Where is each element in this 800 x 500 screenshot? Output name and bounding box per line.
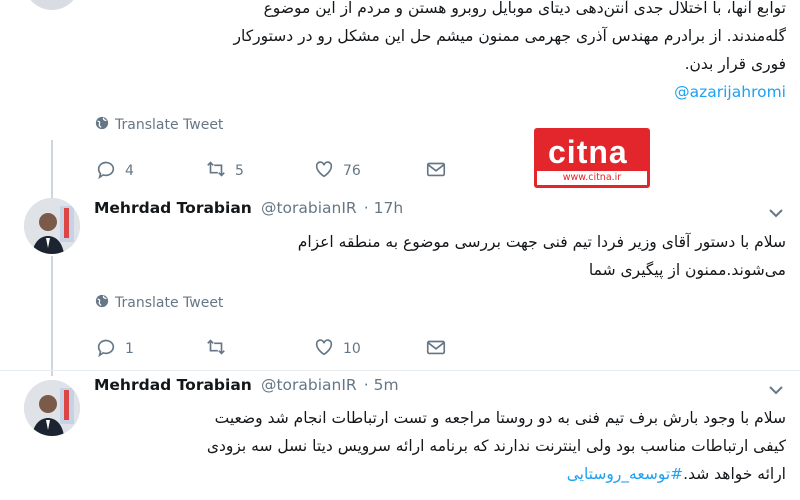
- translate-label: Translate Tweet: [115, 295, 224, 311]
- chevron-down-icon[interactable]: [768, 204, 784, 223]
- tweet-divider: [0, 370, 800, 371]
- tweet-text-span: ارائه خواهد شد.: [683, 465, 786, 483]
- display-name[interactable]: Mehrdad Torabian: [94, 199, 252, 217]
- translate-tweet-link[interactable]: Translate Tweet: [95, 294, 223, 312]
- retweet-button[interactable]: 5: [205, 158, 313, 184]
- tweet-header: Mehrdad Torabian @torabianIR · 17h: [94, 198, 403, 217]
- tweet-text-line: سلام با دستور آقای وزیر فردا تیم فنی جهت…: [297, 233, 786, 251]
- avatar[interactable]: [24, 0, 80, 10]
- tweet-timestamp[interactable]: · 17h: [364, 199, 403, 217]
- like-count: 76: [343, 163, 361, 179]
- tweet-text-line: گله‌مندند. از برادرم مهندس آذری جهرمی مم…: [233, 27, 786, 45]
- tweet-text-line: می‌شوند.ممنون از پیگیری شما: [588, 261, 786, 279]
- user-handle[interactable]: @torabianIR: [261, 199, 357, 217]
- retweet-icon: [205, 158, 227, 184]
- reply-count: 1: [125, 341, 134, 357]
- globe-icon: [95, 294, 109, 312]
- translate-label: Translate Tweet: [115, 117, 224, 133]
- avatar[interactable]: [24, 380, 80, 436]
- retweet-count: 5: [235, 163, 244, 179]
- like-button[interactable]: 76: [313, 158, 425, 184]
- reply-button[interactable]: 4: [95, 158, 205, 184]
- tweet-actions: 4 5 76: [95, 158, 447, 184]
- tweet-text-line: توابع آنها، با اختلال جدی آنتن‌دهی دیتای…: [263, 0, 786, 17]
- tweet-header: Mehrdad Torabian @torabianIR · 5m: [94, 375, 399, 394]
- avatar[interactable]: [24, 198, 80, 254]
- retweet-button[interactable]: [205, 336, 313, 362]
- retweet-icon: [205, 336, 227, 362]
- watermark-brand: citna: [548, 134, 628, 170]
- envelope-icon: [425, 158, 447, 184]
- envelope-icon: [425, 336, 447, 362]
- tweet-text-line: ارائه خواهد شد.#توسعه_روستایی: [96, 460, 786, 488]
- chevron-down-icon[interactable]: [768, 381, 784, 400]
- watermark-url: www.citna.ir: [537, 171, 647, 185]
- like-count: 10: [343, 341, 361, 357]
- tweet-text-line: سلام با وجود بارش برف تیم فنی به دو روست…: [214, 409, 786, 427]
- display-name[interactable]: Mehrdad Torabian: [94, 376, 252, 394]
- thread-line: [51, 256, 53, 376]
- user-handle[interactable]: @torabianIR: [261, 376, 357, 394]
- like-button[interactable]: 10: [313, 336, 425, 362]
- hashtag-link[interactable]: #توسعه_روستایی: [567, 465, 683, 483]
- tweet-text: سلام با وجود بارش برف تیم فنی به دو روست…: [96, 404, 786, 488]
- globe-icon: [95, 116, 109, 134]
- reply-button[interactable]: 1: [95, 336, 205, 362]
- heart-icon: [313, 336, 335, 362]
- heart-icon: [313, 158, 335, 184]
- direct-message-button[interactable]: [425, 336, 447, 362]
- mention-link[interactable]: @azarijahromi: [106, 78, 786, 106]
- tweet-text: سلام با دستور آقای وزیر فردا تیم فنی جهت…: [106, 228, 786, 284]
- tweet-actions: 1 10: [95, 336, 447, 362]
- tweet-text-line: کیفی ارتباطات مناسب بود ولی اینترنت ندار…: [206, 437, 786, 455]
- reply-icon: [95, 336, 117, 362]
- reply-count: 4: [125, 163, 134, 179]
- tweet-timestamp[interactable]: · 5m: [364, 376, 399, 394]
- tweet-text: توابع آنها، با اختلال جدی آنتن‌دهی دیتای…: [106, 0, 786, 106]
- thread-line: [51, 140, 53, 198]
- translate-tweet-link[interactable]: Translate Tweet: [95, 116, 223, 134]
- direct-message-button[interactable]: [425, 158, 447, 184]
- reply-icon: [95, 158, 117, 184]
- tweet-text-line: فوری قرار بدن.: [684, 55, 786, 73]
- citna-watermark-logo: citna www.citna.ir: [534, 128, 650, 188]
